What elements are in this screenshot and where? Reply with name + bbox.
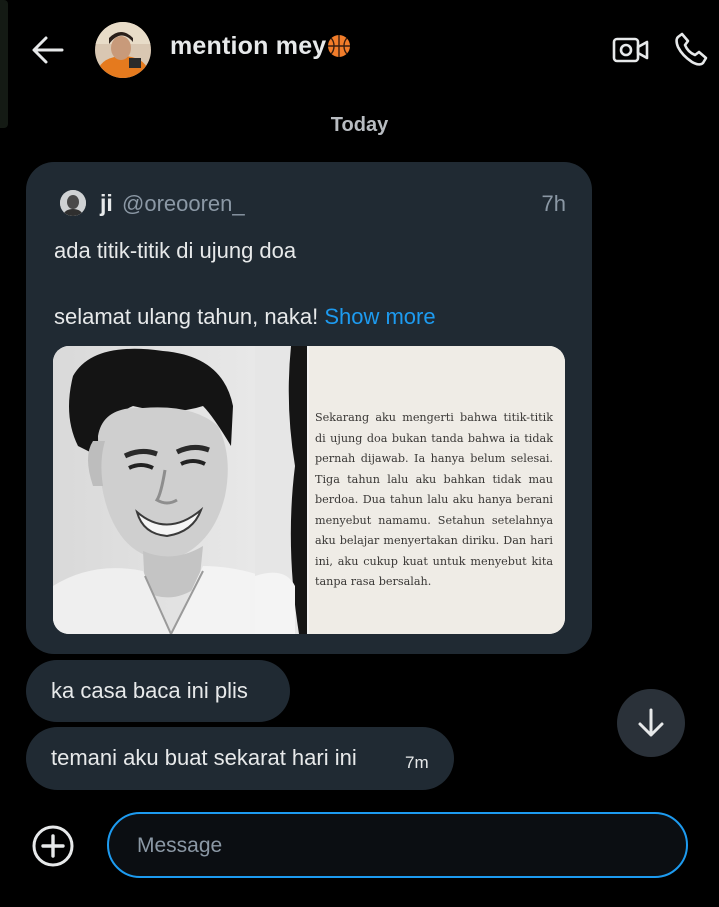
chat-title: mention mey [170, 32, 351, 65]
voice-call-button[interactable] [670, 28, 712, 70]
message-text: ka casa baca ini plis [51, 678, 248, 703]
post-timestamp: 7h [541, 191, 566, 216]
avatar[interactable] [95, 22, 151, 78]
phone-icon [675, 32, 708, 66]
post-text-line1: ada titik-titik di ujung doa [54, 238, 297, 263]
video-camera-icon [612, 37, 649, 63]
post-media[interactable]: Sekarang aku mengerti bahwa titik-titik … [53, 346, 565, 634]
message-bubble[interactable]: ka casa baca ini plis [26, 660, 290, 722]
add-attachment-button[interactable] [30, 823, 76, 869]
chat-title-text: mention mey [170, 32, 327, 60]
post-author-handle[interactable]: @oreooren_ [122, 191, 245, 217]
post-author-avatar[interactable] [60, 190, 86, 216]
scroll-to-bottom-button[interactable] [617, 689, 685, 757]
message-input[interactable] [135, 814, 659, 878]
shared-post-card[interactable]: ji @oreooren_ 7h ada titik-titik di ujun… [26, 162, 592, 654]
conversation-header: mention mey [0, 0, 719, 100]
message-composer[interactable] [107, 812, 688, 878]
show-more-link[interactable]: Show more [324, 304, 435, 329]
post-text-line2-text: selamat ulang tahun, naka! [54, 304, 319, 329]
portrait-photo-edge [255, 346, 309, 634]
post-author-name[interactable]: ji [100, 190, 113, 217]
basketball-icon [327, 34, 351, 65]
back-button[interactable] [28, 30, 68, 70]
post-text-line2: selamat ulang tahun, naka! Show more [54, 304, 436, 330]
book-page-image[interactable]: Sekarang aku mengerti bahwa titik-titik … [309, 346, 565, 634]
message-text: temani aku buat sekarat hari ini [51, 745, 357, 770]
arrow-down-icon [638, 708, 664, 737]
video-call-button[interactable] [610, 30, 652, 70]
message-bubble[interactable]: temani aku buat sekarat hari ini 7m [26, 727, 454, 790]
book-page-text: Sekarang aku mengerti bahwa titik-titik … [315, 411, 553, 588]
date-divider: Today [330, 114, 389, 136]
plus-circle-icon [32, 825, 74, 867]
message-timestamp: 7m [405, 753, 429, 772]
arrow-left-icon [32, 36, 64, 64]
